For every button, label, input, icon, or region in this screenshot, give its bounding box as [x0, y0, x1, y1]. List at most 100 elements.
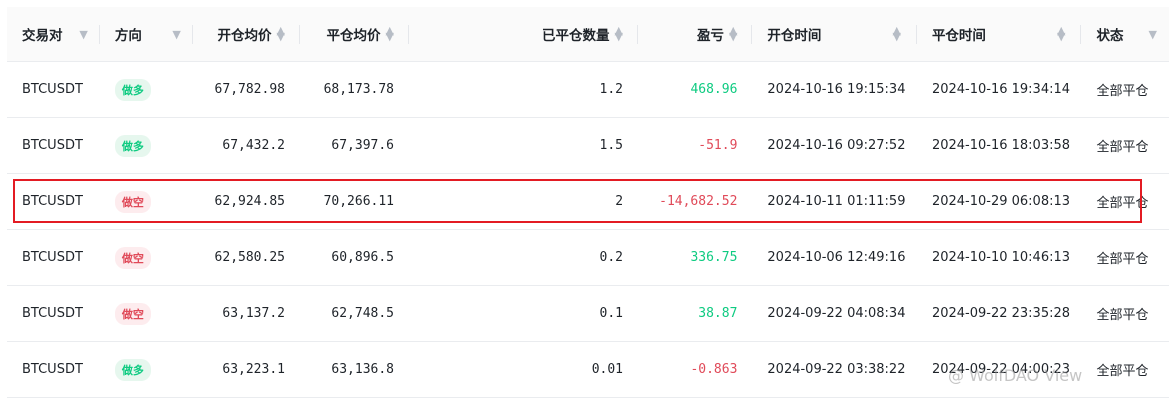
open-avg-cell: 62,580.25: [193, 230, 300, 285]
direction-cell: 做空: [100, 230, 193, 285]
close-time-value: 2024-10-29 06:08:13: [931, 194, 1071, 209]
status-cell: 全部平仓: [1081, 286, 1169, 341]
close-avg-cell: 70,266.11: [300, 174, 409, 229]
closed-qty-value: 0.1: [599, 306, 624, 321]
col-open-avg[interactable]: 开仓均价 ▲ ▼: [193, 7, 301, 61]
sort-icon[interactable]: ▲ ▼: [729, 25, 737, 42]
direction-cell: 做多: [100, 118, 193, 173]
close-time-value: 2024-09-22 23:35:28: [931, 306, 1071, 321]
col-close-avg-label: 平仓均价: [326, 28, 381, 44]
status-cell: 全部平仓: [1081, 230, 1169, 285]
col-status-label: 状态: [1096, 28, 1124, 44]
status-value: 全部平仓: [1096, 140, 1149, 155]
status-value: 全部平仓: [1096, 252, 1149, 267]
table-row[interactable]: BTCUSDT 做多 67,432.2 67,397.6 1.5 -51.9 2024-10…: [7, 118, 1169, 174]
direction-badge: 做多: [114, 78, 151, 101]
close-time-cell: 2024-10-16 19:34:14: [917, 62, 1082, 117]
col-pair[interactable]: 交易对 ▼: [7, 7, 100, 61]
table-row[interactable]: BTCUSDT 做空 63,137.2 62,748.5 0.1 38.87 2024-09…: [7, 286, 1169, 342]
pnl-cell: -0.863: [638, 342, 752, 397]
status-value: 全部平仓: [1096, 364, 1149, 379]
direction-cell: 做多: [100, 62, 193, 117]
sort-icon[interactable]: ▲ ▼: [386, 25, 394, 42]
pnl-cell: -51.9: [638, 118, 752, 173]
open-time-value: 2024-10-16 19:15:34: [767, 82, 906, 97]
pnl-value: -0.863: [690, 362, 738, 377]
col-close-avg[interactable]: 平仓均价 ▲ ▼: [300, 7, 410, 61]
pnl-value: -51.9: [698, 138, 738, 153]
pnl-value: 38.87: [698, 306, 738, 321]
col-direction-label: 方向: [114, 28, 142, 44]
open-time-cell: 2024-10-06 12:49:16: [752, 230, 917, 285]
pair-cell: BTCUSDT: [7, 174, 100, 229]
col-open-time[interactable]: 开仓时间 ▲ ▼: [752, 7, 917, 61]
table-header: 交易对 ▼ 方向 ▼ 开仓均价 ▲ ▼ 平仓均价 ▲ ▼ 已平仓数量 ▲ ▼ 盈亏 ▲…: [7, 7, 1169, 62]
direction-cell: 做空: [100, 286, 193, 341]
pnl-cell: 468.96: [638, 62, 752, 117]
open-time-value: 2024-09-22 03:38:22: [767, 362, 906, 377]
close-avg-value: 67,397.6: [331, 138, 395, 153]
closed-qty-cell: 1.5: [409, 118, 638, 173]
pair-cell: BTCUSDT: [7, 230, 100, 285]
open-time-cell: 2024-10-16 19:15:34: [752, 62, 917, 117]
filter-icon[interactable]: ▼: [172, 28, 180, 41]
col-closed-qty-label: 已平仓数量: [542, 28, 610, 44]
pnl-cell: 38.87: [638, 286, 752, 341]
col-direction[interactable]: 方向 ▼: [100, 7, 193, 61]
open-avg-cell: 67,432.2: [193, 118, 300, 173]
filter-icon[interactable]: ▼: [79, 28, 87, 41]
closed-qty-cell: 0.2: [409, 230, 638, 285]
trade-history-table: 交易对 ▼ 方向 ▼ 开仓均价 ▲ ▼ 平仓均价 ▲ ▼ 已平仓数量 ▲ ▼ 盈亏 ▲…: [7, 7, 1169, 398]
close-avg-value: 60,896.5: [331, 250, 395, 265]
open-time-value: 2024-10-11 01:11:59: [767, 194, 906, 209]
close-avg-cell: 68,173.78: [300, 62, 409, 117]
watermark: @ WolfDAO View: [948, 366, 1083, 385]
table-row[interactable]: BTCUSDT 做空 62,580.25 60,896.5 0.2 336.75 2024-…: [7, 230, 1169, 286]
col-pair-label: 交易对: [22, 28, 63, 44]
sort-icon[interactable]: ▲ ▼: [615, 25, 623, 42]
close-avg-value: 62,748.5: [331, 306, 395, 321]
open-avg-value: 67,432.2: [222, 138, 285, 153]
status-value: 全部平仓: [1096, 308, 1149, 323]
open-time-value: 2024-10-06 12:49:16: [767, 250, 906, 265]
closed-qty-cell: 0.1: [409, 286, 638, 341]
pair-value: BTCUSDT: [22, 250, 83, 265]
direction-badge: 做多: [114, 358, 151, 381]
closed-qty-value: 0.01: [591, 362, 624, 377]
col-close-time[interactable]: 平仓时间 ▲ ▼: [917, 7, 1082, 61]
status-cell: 全部平仓: [1081, 62, 1169, 117]
open-avg-value: 62,580.25: [214, 250, 285, 265]
status-value: 全部平仓: [1096, 84, 1149, 99]
close-time-cell: 2024-10-16 18:03:58: [917, 118, 1082, 173]
pair-value: BTCUSDT: [22, 194, 83, 209]
open-time-cell: 2024-09-22 04:08:34: [752, 286, 917, 341]
open-avg-cell: 62,924.85: [193, 174, 300, 229]
closed-qty-value: 1.5: [599, 138, 624, 153]
open-avg-value: 63,223.1: [222, 362, 285, 377]
table-row[interactable]: BTCUSDT 做多 67,782.98 68,173.78 1.2 468.96 2024…: [7, 62, 1169, 118]
sort-icon[interactable]: ▲ ▼: [277, 25, 285, 42]
sort-icon[interactable]: ▲ ▼: [892, 25, 900, 42]
pnl-cell: 336.75: [638, 230, 752, 285]
close-time-cell: 2024-10-10 10:46:13: [917, 230, 1082, 285]
close-time-cell: 2024-09-22 23:35:28: [917, 286, 1082, 341]
close-avg-value: 63,136.8: [331, 362, 395, 377]
pair-cell: BTCUSDT: [7, 118, 100, 173]
sort-icon[interactable]: ▲ ▼: [1057, 25, 1065, 42]
close-time-cell: 2024-10-29 06:08:13: [917, 174, 1082, 229]
col-pnl[interactable]: 盈亏 ▲ ▼: [638, 7, 753, 61]
table-row[interactable]: BTCUSDT 做空 62,924.85 70,266.11 2 -14,682.52 20…: [7, 174, 1169, 230]
pair-cell: BTCUSDT: [7, 342, 100, 397]
pnl-value: 468.96: [690, 82, 738, 97]
direction-badge: 做空: [114, 302, 151, 325]
open-time-cell: 2024-10-11 01:11:59: [752, 174, 917, 229]
filter-icon[interactable]: ▼: [1149, 28, 1157, 41]
pnl-value: -14,682.52: [659, 194, 738, 209]
closed-qty-cell: 2: [409, 174, 638, 229]
col-status[interactable]: 状态 ▼: [1081, 7, 1169, 61]
direction-cell: 做空: [100, 174, 193, 229]
closed-qty-value: 0.2: [599, 250, 624, 265]
close-time-value: 2024-10-16 18:03:58: [931, 138, 1071, 153]
pair-cell: BTCUSDT: [7, 286, 100, 341]
col-closed-qty[interactable]: 已平仓数量 ▲ ▼: [409, 7, 639, 61]
